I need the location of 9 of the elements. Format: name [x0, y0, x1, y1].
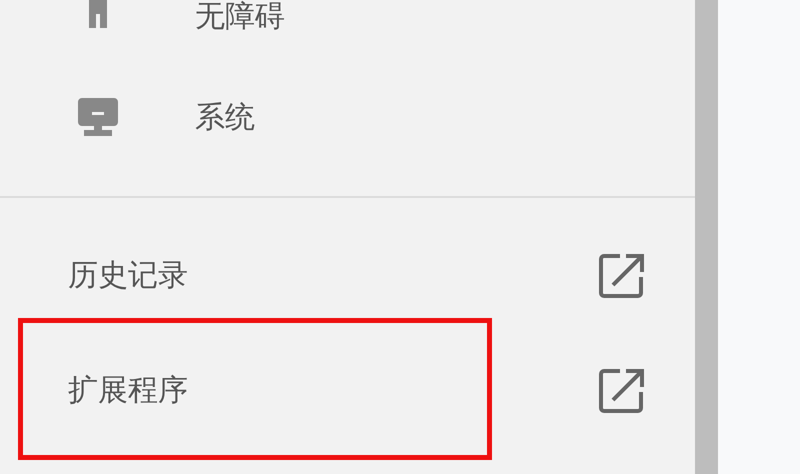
sidebar-item[interactable]: 无障碍	[0, 0, 695, 36]
person-icon	[86, 0, 110, 28]
scrollbar[interactable]	[695, 0, 718, 474]
external-link-icon	[599, 253, 645, 299]
sidebar-link[interactable]: 历史记录	[0, 236, 695, 316]
sidebar-item[interactable]: 系统	[0, 78, 695, 158]
sidebar-link[interactable]: 扩展程序	[0, 351, 695, 431]
monitor-icon	[78, 98, 118, 138]
external-link-icon	[599, 368, 645, 414]
